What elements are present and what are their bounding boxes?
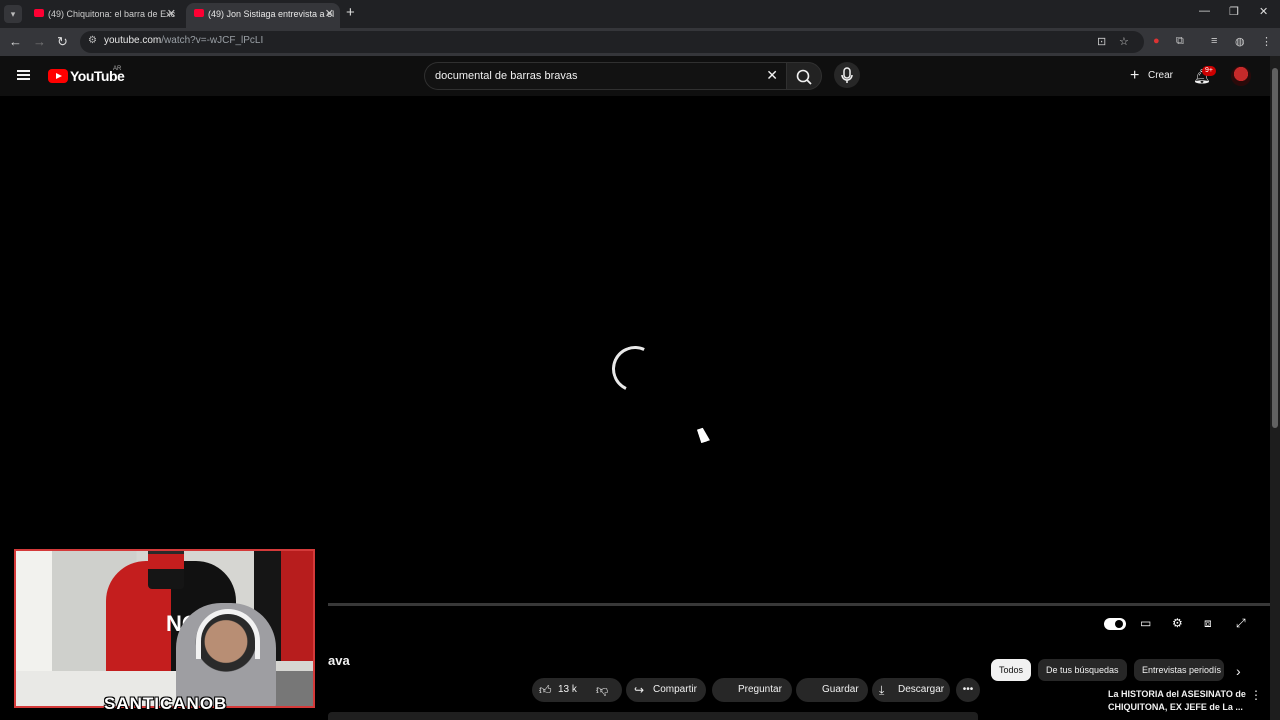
youtube-favicon-icon xyxy=(194,9,204,17)
voice-search-button[interactable] xyxy=(834,62,860,88)
save-button[interactable]: Guardar xyxy=(796,678,868,702)
more-vertical-icon[interactable]: ⋮ xyxy=(1250,688,1262,702)
tab-list-button[interactable]: ▾ xyxy=(4,5,22,23)
fullscreen-icon[interactable]: ⤢ xyxy=(1236,616,1246,631)
webcam-overlay: NO xyxy=(14,549,315,708)
url-host: youtube.com xyxy=(104,35,162,46)
chevron-right-icon[interactable]: › xyxy=(1236,663,1241,679)
settings-gear-icon[interactable]: ⚙ xyxy=(1172,616,1183,630)
notification-badge: 9+ xyxy=(1202,66,1216,76)
close-tab-icon[interactable]: ✕ xyxy=(167,3,176,25)
account-avatar[interactable] xyxy=(1231,66,1251,86)
scrollbar-thumb[interactable] xyxy=(1272,68,1278,428)
browser-tab-2[interactable]: (49) Jon Sistiaga entrevista a el ✕ xyxy=(186,3,340,28)
share-label: Compartir xyxy=(653,684,697,695)
youtube-header: YouTube AR documental de barras bravas ✕… xyxy=(0,56,1270,96)
search-input[interactable]: documental de barras bravas ✕ xyxy=(424,62,786,90)
ask-button[interactable]: Preguntar xyxy=(712,678,792,702)
clear-search-icon[interactable]: ✕ xyxy=(766,67,778,84)
more-actions-button[interactable]: ••• xyxy=(956,678,980,702)
create-label: Crear xyxy=(1148,70,1174,81)
dislike-icon[interactable]: 👎︎ xyxy=(596,678,608,702)
browser-tab-bar: ▾ (49) Chiquitona: el barra de Exc ✕ (49… xyxy=(0,0,1280,28)
youtube-favicon-icon xyxy=(34,9,44,17)
share-button[interactable]: ↪ Compartir xyxy=(626,678,706,702)
browser-tab-1[interactable]: (49) Chiquitona: el barra de Exc ✕ xyxy=(26,3,182,25)
url-path: /watch?v=-wJCF_lPcLI xyxy=(161,35,264,46)
extensions-puzzle-icon[interactable]: ⧉ xyxy=(1176,35,1184,48)
chip-all[interactable]: Todos xyxy=(991,659,1032,681)
streamer-name: SANTICANOB xyxy=(104,694,228,713)
browser-toolbar: ← → ↻ ⚙ youtube.com/watch?v=-wJCF_lPcLI … xyxy=(0,28,1280,56)
plus-icon: + xyxy=(1130,67,1140,84)
loading-spinner-icon xyxy=(605,339,665,399)
close-window-icon[interactable]: ✕ xyxy=(1259,5,1268,18)
microphone-icon xyxy=(841,67,853,83)
ask-label: Preguntar xyxy=(738,684,782,695)
save-label: Guardar xyxy=(822,684,859,695)
search-query-text: documental de barras bravas xyxy=(435,70,578,82)
forward-icon[interactable]: → xyxy=(33,33,46,51)
download-label: Descargar xyxy=(898,684,945,695)
share-icon: ↪ xyxy=(634,683,645,697)
like-count[interactable]: 13 k xyxy=(558,678,577,702)
profile-icon[interactable]: ◍ xyxy=(1235,35,1245,48)
tab-title: (49) Chiquitona: el barra de Exc xyxy=(48,9,176,19)
chip-interviews[interactable]: Entrevistas periodís xyxy=(1134,659,1224,681)
page-scrollbar[interactable] xyxy=(1270,56,1280,720)
search-button[interactable] xyxy=(786,62,822,90)
video-progress-bar[interactable] xyxy=(328,603,1270,606)
player-figure xyxy=(148,551,184,589)
miniplayer-icon[interactable]: ⧈ xyxy=(1204,616,1212,631)
create-button[interactable]: + Crear xyxy=(1124,64,1180,88)
youtube-logo-icon[interactable] xyxy=(48,69,68,83)
autoplay-toggle[interactable] xyxy=(1104,618,1126,630)
browser-menu-icon[interactable]: ⋮ xyxy=(1261,35,1272,48)
search-icon xyxy=(796,69,812,85)
recommendation-title[interactable]: La HISTORIA del ASESINATO de CHIQUITONA,… xyxy=(1108,688,1248,714)
site-info-icon[interactable]: ⚙ xyxy=(88,35,97,46)
video-title: ava xyxy=(328,653,350,668)
download-button[interactable]: ⤓ Descargar xyxy=(872,678,950,702)
url-text: youtube.com/watch?v=-wJCF_lPcLI xyxy=(104,35,263,46)
restore-icon[interactable]: ❐ xyxy=(1229,5,1239,18)
description-box[interactable] xyxy=(328,712,978,720)
menu-icon[interactable] xyxy=(17,70,30,80)
minimize-icon[interactable]: — xyxy=(1199,5,1210,17)
more-horizontal-icon: ••• xyxy=(962,684,974,695)
bookmark-star-icon[interactable]: ☆ xyxy=(1119,35,1129,48)
download-icon: ⤓ xyxy=(879,683,885,697)
like-icon[interactable]: 👍︎ xyxy=(539,678,552,702)
reload-icon[interactable]: ↻ xyxy=(57,33,68,51)
address-bar[interactable]: ⚙ youtube.com/watch?v=-wJCF_lPcLI xyxy=(80,31,1144,53)
subtitles-icon[interactable]: ▭ xyxy=(1140,616,1151,630)
new-tab-button[interactable]: + xyxy=(346,4,355,22)
back-icon[interactable]: ← xyxy=(9,33,22,51)
like-dislike-group: 👍︎ 13 k 👎︎ xyxy=(532,678,622,702)
extension-icon[interactable]: ● xyxy=(1153,35,1160,47)
mouse-cursor-icon xyxy=(697,426,710,444)
chip-from-searches[interactable]: De tus búsquedas xyxy=(1038,659,1127,681)
country-code: AR xyxy=(113,66,122,72)
tab-title: (49) Jon Sistiaga entrevista a el xyxy=(208,9,335,19)
install-app-icon[interactable]: ⊡ xyxy=(1097,35,1106,48)
close-tab-icon[interactable]: ✕ xyxy=(325,3,334,25)
media-control-icon[interactable]: ≡ xyxy=(1211,35,1217,47)
